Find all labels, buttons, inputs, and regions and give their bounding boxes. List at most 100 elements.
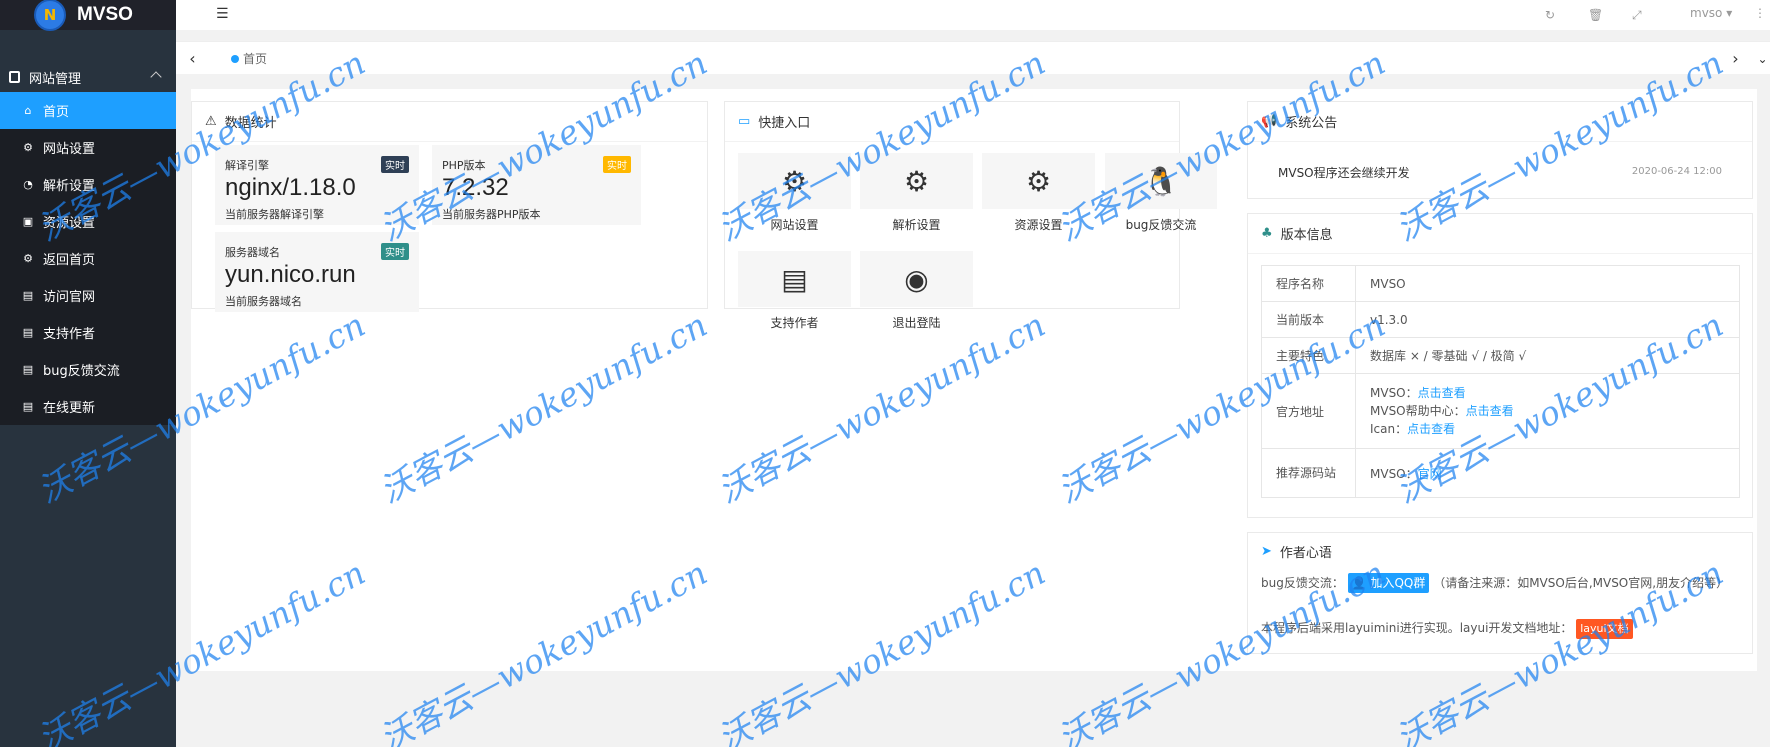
stat-label: PHP版本 <box>442 159 486 172</box>
trash-icon[interactable]: 🗑 <box>1588 8 1603 22</box>
cogs-icon: ⚙ <box>982 153 1095 209</box>
card-header: ♣ 版本信息 <box>1248 214 1752 254</box>
mvso-link[interactable]: 点击查看 <box>1418 386 1466 400</box>
link-label: MVSO： <box>1370 386 1418 400</box>
sidebar-item-label: bug反馈交流 <box>43 364 120 379</box>
quick-site-settings[interactable]: ⚙ 网站设置 <box>738 153 851 233</box>
sidebar: N MVSO 网站管理 ⌂ 首页 ⚙ 网站设置 ◔ 解析设置 ▣ 资源设置 ⚙ 返回首页 … <box>0 0 176 747</box>
file-icon: ▤ <box>22 400 34 413</box>
sidebar-item-parse-settings[interactable]: ◔ 解析设置 <box>0 166 176 203</box>
button-label: 加入QQ群 <box>1370 576 1426 590</box>
notice-text[interactable]: MVSO程序还会继续开发 <box>1278 164 1410 181</box>
sidebar-item-official-site[interactable]: ▤ 访问官网 <box>0 277 176 314</box>
card-header: ➤ 作者心语 <box>1248 533 1752 569</box>
user-menu[interactable]: mvso ▾ <box>1690 6 1732 20</box>
sidebar-item-label: 在线更新 <box>43 401 96 416</box>
notice-time: 2020-06-24 12:00 <box>1631 166 1722 177</box>
link-label: Ican： <box>1370 422 1408 436</box>
author-card: ➤ 作者心语 bug反馈交流： 👤 加入QQ群 （请备注来源：如MVSO后台,M… <box>1247 532 1753 654</box>
stat-desc: 当前服务器域名 <box>225 295 302 308</box>
quick-parse-settings[interactable]: ⚙ 解析设置 <box>860 153 973 233</box>
cogs-icon: ⚙ <box>738 153 851 209</box>
chevron-up-icon <box>150 71 162 83</box>
join-qq-group-button[interactable]: 👤 加入QQ群 <box>1347 573 1430 593</box>
stat-label: 服务器域名 <box>225 246 280 259</box>
quick-label: bug反馈交流 <box>1125 218 1197 232</box>
tab-menu-icon[interactable]: ⌄ <box>1746 42 1770 75</box>
tab-home[interactable]: 首页 <box>231 50 267 67</box>
more-icon[interactable]: ⋮ <box>1754 6 1766 20</box>
link-label: MVSO： <box>1370 466 1418 481</box>
row-key: 当前版本 <box>1261 301 1356 338</box>
credit-card-icon: ▤ <box>738 251 851 307</box>
refresh-icon[interactable]: ↻ <box>1545 8 1555 22</box>
msg-text: bug反馈交流： <box>1261 576 1344 590</box>
realtime-badge: 实时 <box>603 156 631 173</box>
active-dot <box>231 54 239 63</box>
row-value: MVSO：官网 <box>1355 448 1740 498</box>
sidebar-item-online-update[interactable]: ▤ 在线更新 <box>0 388 176 425</box>
top-header: ☰ ↻ 🗑 ⤢ mvso ▾ ⋮ <box>176 0 1770 30</box>
card-title: 作者心语 <box>1279 545 1332 561</box>
msg-text: （请备注来源：如MVSO后台,MVSO官网,朋友介绍等） <box>1433 576 1729 590</box>
stat-desc: 当前服务器解译引擎 <box>225 208 324 221</box>
card-title: 数据统计 <box>224 116 277 131</box>
sidebar-item-support-author[interactable]: ▤ 支持作者 <box>0 314 176 351</box>
tab-scroll-left-icon[interactable]: ‹ <box>176 42 209 75</box>
table-row: 程序名称 MVSO <box>1261 265 1740 302</box>
sidebar-item-home[interactable]: ⌂ 首页 <box>0 92 176 129</box>
card-header: 📢 系统公告 <box>1248 102 1752 142</box>
quick-resource-settings[interactable]: ⚙ 资源设置 <box>982 153 1095 233</box>
stat-value: yun.nico.run <box>225 261 356 288</box>
layui-docs-button[interactable]: layui文档 <box>1576 619 1633 639</box>
menu-toggle-icon[interactable]: ☰ <box>216 6 229 22</box>
warning-icon: ⚠ <box>205 114 217 129</box>
menu-group-label: 网站管理 <box>29 71 82 87</box>
quick-support-author[interactable]: ▤ 支持作者 <box>738 251 851 331</box>
tab-bar: ‹ 首页 › ⌄ <box>176 41 1770 74</box>
row-value: MVSO：点击查看 MVSO帮助中心：点击查看 Ican：点击查看 <box>1355 373 1740 449</box>
fullscreen-icon[interactable]: ⤢ <box>1632 8 1642 23</box>
stats-card: ⚠ 数据统计 解译引擎 实时 nginx/1.18.0 当前服务器解译引擎 PH… <box>191 101 708 312</box>
quick-label: 网站设置 <box>770 218 819 232</box>
ican-link[interactable]: 点击查看 <box>1407 422 1455 436</box>
sidebar-item-label: 支持作者 <box>43 327 96 342</box>
version-table: 程序名称 MVSO 当前版本 v1.3.0 主要特色 数据库 × / 零基础 √ / … <box>1261 265 1740 498</box>
sidebar-item-bug-feedback[interactable]: ▤ bug反馈交流 <box>0 351 176 388</box>
quick-label: 资源设置 <box>1014 218 1063 232</box>
link-label: MVSO帮助中心： <box>1370 404 1466 418</box>
book-icon <box>9 71 20 83</box>
file-icon: ▤ <box>22 289 34 302</box>
main-content: ⚠ 数据统计 解译引擎 实时 nginx/1.18.0 当前服务器解译引擎 PH… <box>191 89 1757 671</box>
menu-group-site-management[interactable]: 网站管理 <box>0 59 176 95</box>
sidebar-item-label: 首页 <box>43 105 70 120</box>
file-icon: ▤ <box>22 326 34 339</box>
card-header: ▭ 快捷入口 <box>725 102 1179 142</box>
paper-plane-icon: ➤ <box>1261 543 1272 559</box>
help-center-link[interactable]: 点击查看 <box>1466 404 1514 418</box>
quick-logout[interactable]: ◉ 退出登陆 <box>860 251 973 331</box>
card-title: 版本信息 <box>1280 228 1333 243</box>
quick-bug-feedback[interactable]: 🐧 bug反馈交流 <box>1105 153 1217 233</box>
logo-icon: N <box>34 0 66 31</box>
credit-card-icon: ▭ <box>738 114 751 129</box>
card-title: 快捷入口 <box>758 116 811 131</box>
logo[interactable]: N MVSO <box>0 0 176 31</box>
sidebar-item-site-settings[interactable]: ⚙ 网站设置 <box>0 129 176 166</box>
realtime-badge: 实时 <box>381 156 409 173</box>
official-site-link[interactable]: 官网 <box>1418 467 1442 481</box>
cogs-icon: ⚙ <box>23 252 33 265</box>
row-value: 数据库 × / 零基础 √ / 极简 √ <box>1355 337 1740 374</box>
stat-php: PHP版本 实时 7.2.32 当前服务器PHP版本 <box>432 145 641 225</box>
dashboard-icon: ◔ <box>23 178 33 191</box>
sidebar-item-back-home[interactable]: ⚙ 返回首页 <box>0 240 176 277</box>
logo-text: MVSO <box>77 4 133 25</box>
table-row: 推荐源码站 MVSO：官网 <box>1261 448 1740 498</box>
sidebar-item-label: 访问官网 <box>43 290 96 305</box>
stat-desc: 当前服务器PHP版本 <box>442 208 541 221</box>
msg-text: 本程序后端采用layuimini进行实现。layui开发文档地址： <box>1261 621 1573 635</box>
author-message-2: 本程序后端采用layuimini进行实现。layui开发文档地址： layui文… <box>1261 619 1741 639</box>
tab-label: 首页 <box>243 52 268 66</box>
quick-label: 解析设置 <box>892 218 941 232</box>
sidebar-item-resource-settings[interactable]: ▣ 资源设置 <box>0 203 176 240</box>
